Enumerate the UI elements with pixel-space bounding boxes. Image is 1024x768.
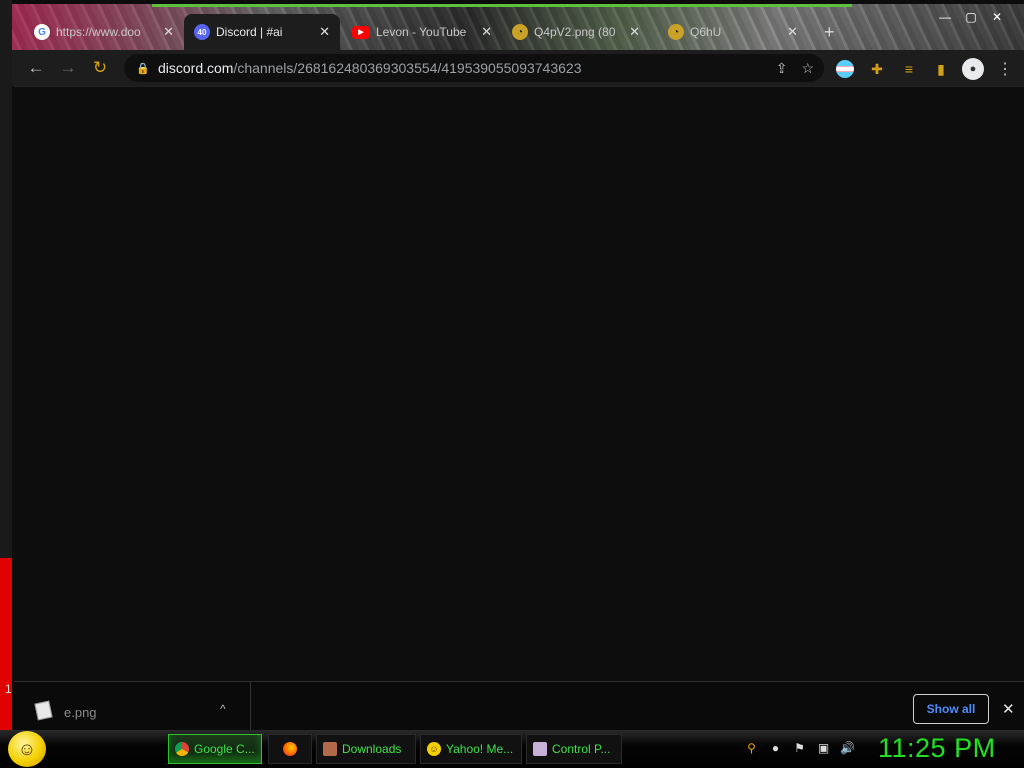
folder-icon [323, 742, 337, 756]
tab-youtube[interactable]: ▶ Levon - YouTube ✕ [342, 14, 502, 50]
lock-icon[interactable]: 🔒 [136, 62, 150, 75]
media-control-icon[interactable]: ≡ [900, 60, 918, 78]
tab-close-icon[interactable]: ✕ [629, 24, 640, 40]
share-icon[interactable]: ⇪ [776, 60, 788, 77]
taskbar-firefox[interactable] [268, 734, 312, 764]
image-file-icon [34, 700, 53, 721]
messenger-icon[interactable]: ● [768, 740, 783, 755]
taskbar-label: Google C... [194, 742, 255, 756]
chevron-up-icon[interactable]: ^ [220, 702, 226, 716]
tab-title: https://www.doo [56, 25, 141, 39]
taskbar-label: Control P... [552, 742, 611, 756]
tabstrip-accent [152, 4, 852, 7]
profile-avatar-icon[interactable]: ● [962, 58, 984, 80]
back-icon[interactable]: ← [26, 58, 46, 78]
tab-title: Q4pV2.png (80 [534, 25, 616, 39]
tab-title: Discord | #ai [216, 25, 283, 39]
discord-icon: 40 [194, 24, 210, 40]
download-file-name: e.png [64, 705, 97, 720]
maximize-icon[interactable]: ▢ [958, 8, 984, 26]
tab-image-1[interactable]: ◔ Q4pV2.png (80 ✕ [502, 14, 650, 50]
tab-strip: G https://www.doo ✕ 40 Discord | #ai ✕ ▶… [12, 4, 1024, 50]
youtube-icon: ▶ [352, 25, 370, 39]
forward-icon[interactable]: → [58, 58, 78, 78]
yahoo-icon: ☺ [427, 742, 441, 756]
taskbar: ☺ Google C... Downloads ☺ Yahoo! Me... C… [0, 730, 1024, 768]
extension-flag-icon[interactable] [836, 60, 854, 78]
url-path: /channels/268162480369303554/41953905509… [233, 60, 582, 76]
show-all-button[interactable]: Show all [913, 694, 989, 724]
image-icon: ◔ [668, 24, 684, 40]
new-tab-icon[interactable]: + [824, 22, 835, 43]
reload-icon[interactable]: ↻ [90, 58, 110, 78]
firefox-icon [283, 742, 297, 756]
taskbar-control-panel[interactable]: Control P... [526, 734, 622, 764]
close-shelf-icon[interactable]: ✕ [1002, 700, 1015, 718]
taskbar-chrome[interactable]: Google C... [168, 734, 262, 764]
control-panel-icon [533, 742, 547, 756]
extensions-puzzle-icon[interactable]: ✚ [868, 60, 886, 78]
side-panel-icon[interactable]: ▮ [932, 60, 950, 78]
tab-close-icon[interactable]: ✕ [481, 24, 492, 40]
bookmark-star-icon[interactable]: ☆ [801, 60, 814, 77]
minimize-icon[interactable]: — [932, 8, 958, 26]
volume-icon[interactable]: 🔊 [840, 740, 855, 755]
desktop-left-strip: 1 [0, 0, 12, 730]
browser-toolbar: ← → ↻ 🔒 discord.com/channels/26816248036… [12, 50, 1024, 86]
tab-image-2[interactable]: ◔ Q6hU ✕ [658, 14, 808, 50]
desktop-red-bar [0, 558, 12, 730]
action-center-flag-icon[interactable]: ⚑ [792, 740, 807, 755]
address-bar[interactable]: 🔒 discord.com/channels/26816248036930355… [124, 54, 824, 82]
download-item[interactable]: e.png ^ [14, 682, 251, 731]
taskbar-label: Downloads [342, 742, 402, 756]
search-icon[interactable]: ⚲ [744, 740, 759, 755]
taskbar-clock[interactable]: 11:25 PM [878, 733, 996, 764]
start-button[interactable]: ☺ [8, 731, 46, 767]
tab-title: Q6hU [690, 25, 722, 39]
tab-close-icon[interactable]: ✕ [319, 24, 330, 40]
url-text[interactable]: discord.com/channels/268162480369303554/… [158, 60, 581, 76]
image-icon: ◔ [512, 24, 528, 40]
chrome-icon [175, 742, 189, 756]
url-host: discord.com [158, 60, 234, 76]
window-controls: — ▢ ✕ [932, 8, 1010, 26]
tab-discord[interactable]: 40 Discord | #ai ✕ [184, 14, 340, 50]
network-icon[interactable]: ▣ [816, 740, 831, 755]
desktop-marker: 1 [5, 682, 12, 696]
tab-google[interactable]: G https://www.doo ✕ [24, 14, 184, 50]
download-shelf: e.png ^ Show all ✕ [14, 681, 1024, 731]
browser-menu-icon[interactable]: ⋮ [996, 60, 1014, 78]
tab-close-icon[interactable]: ✕ [787, 24, 798, 40]
google-icon: G [34, 24, 50, 40]
tab-title: Levon - YouTube [376, 25, 467, 39]
system-tray: ⚲ ● ⚑ ▣ 🔊 [744, 740, 855, 755]
omnibox-actions: ⇪ ☆ [776, 60, 814, 77]
close-window-icon[interactable]: ✕ [984, 8, 1010, 26]
page-content [14, 86, 1024, 682]
chrome-window: G https://www.doo ✕ 40 Discord | #ai ✕ ▶… [12, 4, 1024, 731]
taskbar-downloads[interactable]: Downloads [316, 734, 416, 764]
taskbar-label: Yahoo! Me... [446, 742, 514, 756]
tab-close-icon[interactable]: ✕ [163, 24, 174, 40]
taskbar-yahoo[interactable]: ☺ Yahoo! Me... [420, 734, 522, 764]
